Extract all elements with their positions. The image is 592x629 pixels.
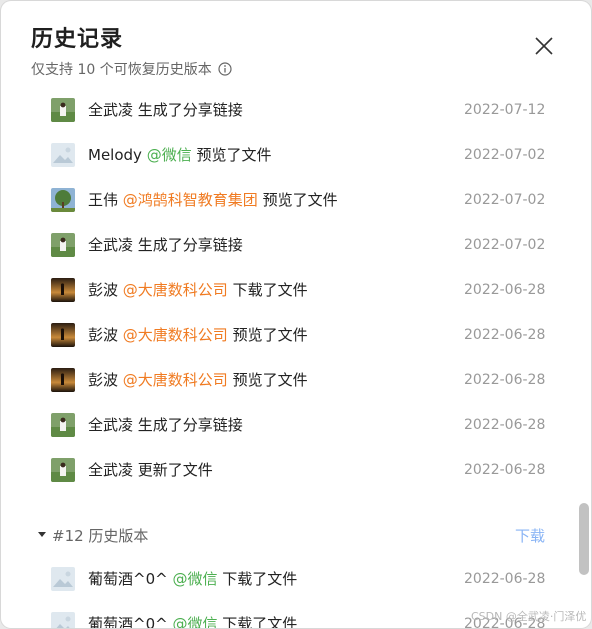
action-text: 生成了分享链接	[137, 101, 243, 119]
avatar	[51, 611, 75, 628]
history-row[interactable]: 全武凌 生成了分享链接 2022-07-02	[1, 222, 561, 267]
user-name: 全武凌	[88, 461, 138, 479]
history-row[interactable]: 彭波 @大唐数科公司 预览了文件 2022-06-28	[1, 312, 561, 357]
history-row-text: 全武凌 更新了文件	[88, 459, 213, 480]
history-row[interactable]: 王伟 @鸿鹄科智教育集团 预览了文件 2022-07-02	[1, 177, 561, 222]
history-row[interactable]: 彭波 @大唐数科公司 预览了文件 2022-06-28	[1, 357, 561, 402]
action-text: 下载了文件	[222, 615, 298, 628]
avatar	[51, 142, 75, 167]
history-row-text: 王伟 @鸿鹄科智教育集团 预览了文件	[88, 189, 338, 210]
action-text: 更新了文件	[137, 461, 213, 479]
user-name: 彭波	[88, 371, 123, 389]
avatar	[51, 322, 75, 347]
org-name: @微信	[146, 146, 197, 164]
history-row[interactable]: 全武凌 生成了分享链接 2022-07-12	[1, 87, 561, 132]
avatar	[51, 367, 75, 392]
user-name: 彭波	[88, 326, 123, 344]
dialog-title: 历史记录	[31, 27, 124, 52]
action-text: 预览了文件	[262, 191, 338, 209]
row-date: 2022-06-28	[464, 326, 546, 343]
row-date: 2022-07-02	[464, 146, 546, 163]
user-name: 全武凌	[88, 101, 138, 119]
row-date: 2022-07-02	[464, 191, 546, 208]
history-dialog: 历史记录 仅支持 10 个可恢复历史版本 全武凌 生成了分享链接 2022-07-…	[1, 1, 591, 628]
row-date: 2022-06-28	[464, 461, 546, 478]
history-row-text: 彭波 @大唐数科公司 预览了文件	[88, 369, 308, 390]
info-icon[interactable]	[218, 62, 232, 76]
history-row[interactable]: 全武凌 更新了文件 2022-06-28	[1, 447, 561, 492]
history-row-text: 葡萄酒^0^ @微信 下载了文件	[88, 568, 297, 589]
history-row-text: 彭波 @大唐数科公司 下载了文件	[88, 279, 308, 300]
caret-down-icon[interactable]	[38, 532, 46, 537]
download-button[interactable]: 下载	[515, 525, 545, 546]
org-name: @大唐数科公司	[122, 281, 233, 299]
action-text: 下载了文件	[232, 281, 308, 299]
close-icon[interactable]	[533, 35, 555, 57]
history-row-text: 葡萄酒^0^ @微信 下载了文件	[88, 613, 297, 628]
row-date: 2022-06-28	[464, 281, 546, 298]
org-name: @大唐数科公司	[122, 371, 233, 389]
avatar	[51, 566, 75, 591]
avatar	[51, 97, 75, 122]
row-date: 2022-06-28	[464, 416, 546, 433]
history-row-text: 全武凌 生成了分享链接	[88, 414, 243, 435]
user-name: 葡萄酒^0^	[88, 615, 173, 628]
version-section-header: #12 历史版本 下载	[1, 521, 561, 551]
action-text: 生成了分享链接	[137, 236, 243, 254]
dialog-header: 历史记录 仅支持 10 个可恢复历史版本	[31, 21, 232, 79]
history-row-text: 全武凌 生成了分享链接	[88, 234, 243, 255]
avatar	[51, 457, 75, 482]
row-date: 2022-06-28	[464, 570, 546, 587]
avatar	[51, 232, 75, 257]
history-row-text: 全武凌 生成了分享链接	[88, 99, 243, 120]
action-text: 下载了文件	[222, 570, 298, 588]
org-name: @鸿鹄科智教育集团	[122, 191, 263, 209]
user-name: 葡萄酒^0^	[88, 570, 173, 588]
scrollbar-thumb[interactable]	[579, 503, 589, 575]
watermark: CSDN @全武凌·门泽优	[471, 610, 587, 623]
user-name: Melody	[88, 146, 147, 164]
history-row[interactable]: 全武凌 生成了分享链接 2022-06-28	[1, 402, 561, 447]
dialog-subtitle: 仅支持 10 个可恢复历史版本	[31, 59, 232, 79]
action-text: 生成了分享链接	[137, 416, 243, 434]
row-date: 2022-07-12	[464, 101, 546, 118]
avatar	[51, 187, 75, 212]
history-row[interactable]: Melody @微信 预览了文件 2022-07-02	[1, 132, 561, 177]
avatar	[51, 277, 75, 302]
user-name: 彭波	[88, 281, 123, 299]
subtitle-text: 仅支持 10 个可恢复历史版本	[31, 62, 212, 78]
user-name: 全武凌	[88, 236, 138, 254]
row-date: 2022-06-28	[464, 371, 546, 388]
history-row-text: Melody @微信 预览了文件	[88, 144, 271, 165]
org-name: @微信	[172, 570, 223, 588]
row-date: 2022-07-02	[464, 236, 546, 253]
action-text: 预览了文件	[232, 371, 308, 389]
action-text: 预览了文件	[232, 326, 308, 344]
avatar	[51, 412, 75, 437]
user-name: 王伟	[88, 191, 123, 209]
action-text: 预览了文件	[196, 146, 272, 164]
org-name: @大唐数科公司	[122, 326, 233, 344]
history-row[interactable]: 彭波 @大唐数科公司 下载了文件 2022-06-28	[1, 267, 561, 312]
version-label: #12 历史版本	[52, 527, 149, 545]
org-name: @微信	[172, 615, 223, 628]
history-row[interactable]: 葡萄酒^0^ @微信 下载了文件 2022-06-28	[1, 556, 561, 601]
history-row-text: 彭波 @大唐数科公司 预览了文件	[88, 324, 308, 345]
user-name: 全武凌	[88, 416, 138, 434]
